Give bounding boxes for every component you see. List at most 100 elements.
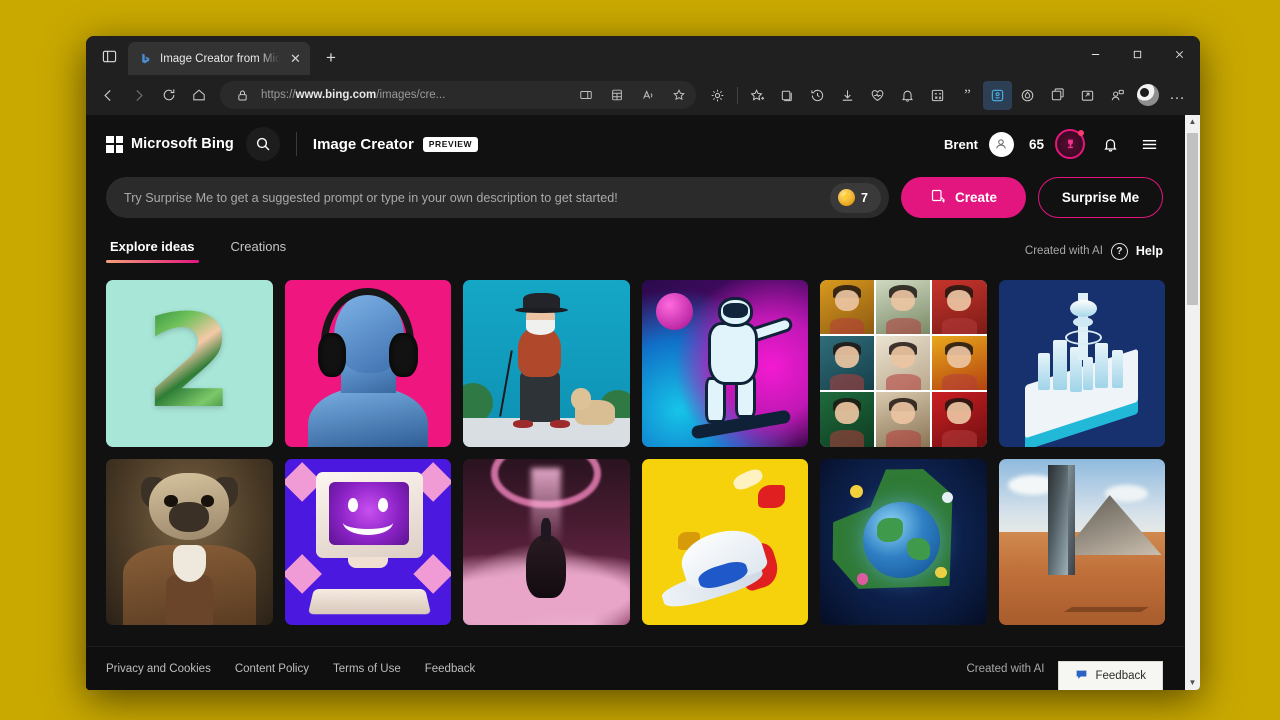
tabs-right-actions: Created with AI ? Help xyxy=(1024,242,1163,260)
page-title: Image Creator xyxy=(312,135,414,153)
artwork-old-man-walking-dog xyxy=(463,280,630,447)
prompt-input[interactable] xyxy=(124,190,831,205)
home-icon[interactable] xyxy=(184,81,213,110)
collections-grid-icon[interactable] xyxy=(605,83,629,107)
artwork-earth-flower-heart xyxy=(820,458,987,625)
split-window-icon[interactable] xyxy=(1043,81,1072,110)
gallery-tile-portrait-collage[interactable]: Three by three grid collage of painted p… xyxy=(820,280,987,447)
artwork-astronaut-skateboard xyxy=(641,280,808,447)
rewards-count: 65 xyxy=(1028,136,1044,152)
bell-icon[interactable] xyxy=(1096,130,1124,158)
footer-created-with-ai: Created with AI xyxy=(966,662,1045,675)
scrollbar-thumb[interactable] xyxy=(1187,133,1198,305)
search-icon[interactable] xyxy=(245,127,280,161)
gallery-tile-astronaut-skateboard[interactable]: Astronaut skateboarding in magenta and c… xyxy=(641,280,808,447)
scroll-down-arrow[interactable]: ▼ xyxy=(1189,676,1197,690)
forward-icon[interactable] xyxy=(124,81,153,110)
help-link[interactable]: Help xyxy=(1136,244,1163,258)
brand-name[interactable]: Microsoft Bing xyxy=(131,136,234,152)
gallery-tile-retro-computer-smile[interactable]: Retro CRT computer with smiley face on p… xyxy=(284,458,451,625)
hamburger-menu-icon[interactable] xyxy=(1135,130,1163,158)
user-name[interactable]: Brent xyxy=(944,137,978,152)
profile-avatar-icon[interactable] xyxy=(1133,81,1162,110)
gallery-tile-old-man-walking-dog[interactable]: Elderly man with pipe walking a dog on t… xyxy=(463,280,630,447)
tab-creations[interactable]: Creations xyxy=(227,239,291,263)
gallery-tile-isometric-city[interactable]: Isometric white and cyan futuristic city… xyxy=(998,280,1165,447)
page-scrollbar[interactable]: ▲ ▼ xyxy=(1185,115,1200,690)
bing-image-creator-page: Microsoft Bing Image Creator PREVIEW Bre… xyxy=(86,115,1185,690)
scrollbar-track[interactable] xyxy=(1185,129,1200,676)
refresh-icon[interactable] xyxy=(154,81,183,110)
browser-tab[interactable]: Image Creator from Microsoft Bi ✕ xyxy=(128,42,310,75)
browser-essentials-icon[interactable] xyxy=(703,81,732,110)
artwork-retro-computer-smile xyxy=(284,458,451,625)
artwork-figure-above-clouds xyxy=(463,458,630,625)
rewards-trophy-icon[interactable] xyxy=(1055,129,1085,159)
split-screen-icon[interactable] xyxy=(574,83,598,107)
gallery-tile-earth-flower-heart[interactable]: Earth globe inside a heart of flowers an… xyxy=(820,458,987,625)
gallery-tile-desert-monolith[interactable]: Reflective monolith standing in an orang… xyxy=(998,458,1165,625)
close-tab-icon[interactable]: ✕ xyxy=(287,50,304,67)
artwork-desert-monolith xyxy=(998,458,1165,625)
gallery-tile-leafy-number-two[interactable]: 2 Number 2 made of green leaves on mint … xyxy=(106,280,273,447)
boost-counter[interactable]: ⚡ 7 xyxy=(830,182,881,213)
created-with-ai-label: Created with AI xyxy=(1024,245,1103,257)
citations-icon: ” xyxy=(964,86,971,103)
footer-link-privacy[interactable]: Privacy and Cookies xyxy=(106,663,211,675)
collections-icon[interactable] xyxy=(773,81,802,110)
share-icon[interactable] xyxy=(1073,81,1102,110)
browser-window: Image Creator from Microsoft Bi ✕ + xyxy=(86,36,1200,690)
close-window-button[interactable] xyxy=(1158,36,1200,72)
image-gallery-grid: 2 Number 2 made of green leaves on mint … xyxy=(106,280,1165,625)
browser-toolbar: https://www.bing.com/images/cre... ” … xyxy=(86,75,1200,115)
toolbar-divider xyxy=(737,86,738,104)
preview-badge: PREVIEW xyxy=(422,136,479,152)
profile-switch-icon[interactable] xyxy=(1103,81,1132,110)
gallery-tile-pug-in-suit[interactable]: Pug dog wearing a Victorian brown suit xyxy=(106,458,273,625)
gallery-tile-bust-with-headphones[interactable]: Blue classical bust wearing headphones o… xyxy=(284,280,451,447)
question-mark-icon[interactable]: ? xyxy=(1110,242,1128,260)
read-aloud-icon[interactable] xyxy=(636,83,660,107)
copilot-icon[interactable] xyxy=(983,80,1012,110)
minimize-button[interactable] xyxy=(1074,36,1116,72)
settings-and-more-icon[interactable]: … xyxy=(1163,81,1192,110)
history-icon[interactable] xyxy=(803,81,832,110)
browser-title-bar: Image Creator from Microsoft Bi ✕ + xyxy=(86,36,1200,75)
tab-explore-ideas[interactable]: Explore ideas xyxy=(106,239,199,263)
favorite-star-icon[interactable] xyxy=(667,83,691,107)
header-divider xyxy=(295,132,297,156)
new-tab-icon[interactable]: + xyxy=(317,44,345,72)
drop-icon[interactable] xyxy=(1013,81,1042,110)
feedback-speech-bubble-icon xyxy=(1075,668,1088,684)
lock-icon xyxy=(230,83,254,107)
footer-link-content-policy[interactable]: Content Policy xyxy=(235,663,309,675)
maximize-button[interactable] xyxy=(1116,36,1158,72)
back-icon[interactable] xyxy=(94,81,123,110)
artwork-leafy-number-two: 2 xyxy=(106,280,273,447)
notifications-bell-icon[interactable] xyxy=(893,81,922,110)
create-button-label: Create xyxy=(954,190,998,205)
feedback-button[interactable]: Feedback xyxy=(1058,660,1163,690)
create-sparkle-icon xyxy=(930,188,946,207)
create-button[interactable]: Create xyxy=(901,177,1026,218)
tab-list-icon[interactable] xyxy=(92,40,126,72)
window-controls xyxy=(1074,36,1200,72)
prompt-field[interactable]: ⚡ 7 xyxy=(106,177,889,218)
address-bar[interactable]: https://www.bing.com/images/cre... xyxy=(220,81,696,109)
footer-link-terms[interactable]: Terms of Use xyxy=(333,663,401,675)
math-solver-icon[interactable] xyxy=(923,81,952,110)
favorites-icon[interactable] xyxy=(743,81,772,110)
gallery-tile-figure-above-clouds[interactable]: Figure on a peak above pink clouds with … xyxy=(463,458,630,625)
boost-coin-icon: ⚡ xyxy=(838,189,856,206)
health-icon[interactable] xyxy=(863,81,892,110)
surprise-me-button[interactable]: Surprise Me xyxy=(1038,177,1163,218)
user-avatar-icon[interactable] xyxy=(988,131,1014,157)
downloads-icon[interactable] xyxy=(833,81,862,110)
site-header: Microsoft Bing Image Creator PREVIEW Bre… xyxy=(86,115,1185,173)
gallery-tile-exploding-sneaker[interactable]: Sneaker exploding with color on yellow b… xyxy=(641,458,808,625)
url-text: https://www.bing.com/images/cre... xyxy=(261,89,446,101)
footer-link-feedback[interactable]: Feedback xyxy=(425,663,476,675)
feedback-button-label: Feedback xyxy=(1095,669,1146,682)
boost-count: 7 xyxy=(861,190,868,205)
scroll-up-arrow[interactable]: ▲ xyxy=(1189,115,1197,129)
